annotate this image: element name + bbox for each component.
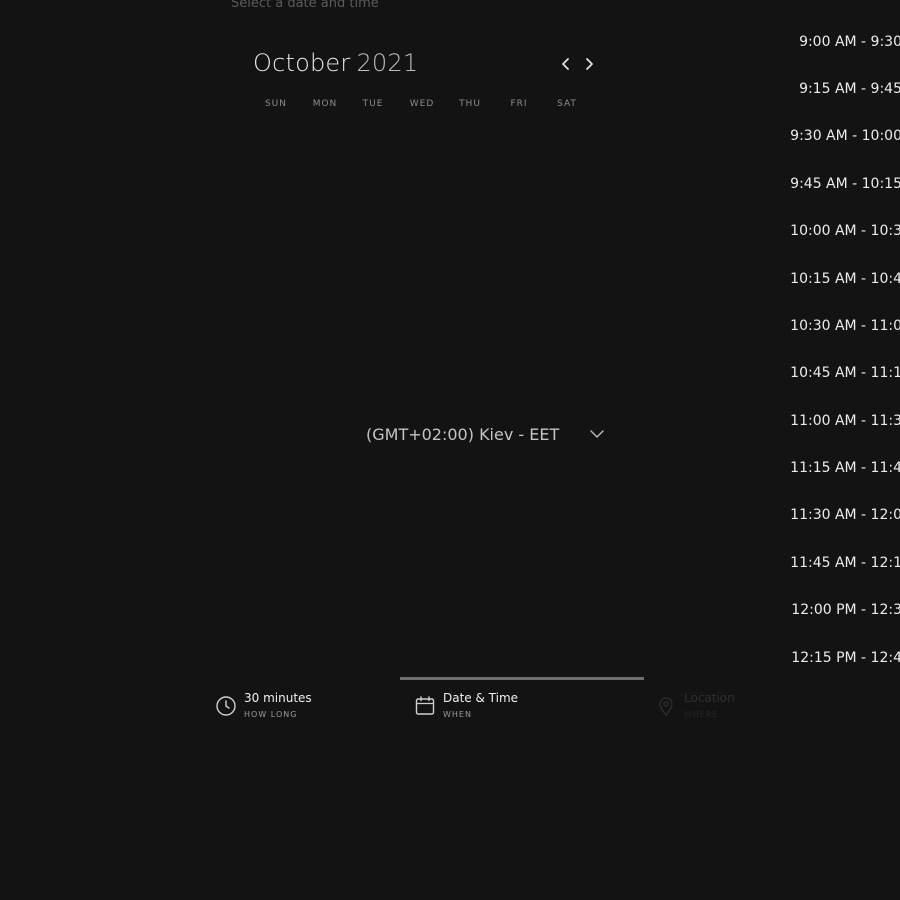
chevron-left-icon xyxy=(562,58,569,70)
step-duration-title: 30 minutes xyxy=(244,691,312,705)
timeslot-button[interactable]: 9:00 AM - 9:30 xyxy=(799,34,900,64)
timeslot-button[interactable]: 9:45 AM - 10:15 xyxy=(790,176,900,206)
timeslot-button[interactable]: 9:15 AM - 9:45 xyxy=(799,81,900,111)
timeslot-button[interactable]: 11:15 AM - 11:4 xyxy=(790,460,900,490)
weekday-label: MON xyxy=(312,99,338,109)
page-subtitle: Select a date and time xyxy=(231,0,379,11)
location-pin-icon xyxy=(659,697,673,717)
timezone-value: (GMT+02:00) Kiev - EET xyxy=(366,425,560,444)
booking-screen: Select a date and time October 2021 SUN M… xyxy=(0,0,900,900)
step-location-subtitle: WHERE xyxy=(684,710,719,719)
timezone-select[interactable]: (GMT+02:00) Kiev - EET xyxy=(350,420,610,450)
timeslot-button[interactable]: 11:30 AM - 12:0 xyxy=(790,507,900,537)
next-month-button[interactable] xyxy=(581,55,597,73)
weekday-label: FRI xyxy=(510,99,528,109)
timeslot-button[interactable]: 11:45 AM - 12:1 xyxy=(790,555,900,585)
step-duration-subtitle: HOW LONG xyxy=(244,710,298,719)
timeslot-button[interactable]: 10:30 AM - 11:0 xyxy=(790,318,900,348)
timeslot-button[interactable]: 12:00 PM - 12:3 xyxy=(791,602,900,632)
timeslot-button[interactable]: 12:15 PM - 12:4 xyxy=(791,650,900,680)
timeslot-button[interactable]: 10:15 AM - 10:4 xyxy=(790,271,900,301)
clock-icon xyxy=(216,696,236,716)
weekday-label: TUE xyxy=(362,99,384,109)
weekday-label: WED xyxy=(409,99,435,109)
timeslot-button[interactable]: 9:30 AM - 10:00 xyxy=(790,128,900,158)
step-date-time-title: Date & Time xyxy=(443,691,519,705)
calendar-icon xyxy=(415,696,435,715)
calendar-year: 2021 xyxy=(356,49,419,77)
step-date-time-subtitle: WHEN xyxy=(443,710,472,719)
chevron-right-icon xyxy=(586,58,593,70)
weekday-label: SUN xyxy=(264,99,288,109)
step-progress-bar xyxy=(400,677,644,680)
timeslot-button[interactable]: 11:00 AM - 11:3 xyxy=(790,413,900,443)
timeslot-button[interactable]: 10:00 AM - 10:3 xyxy=(790,223,900,253)
calendar-month: October xyxy=(253,49,351,77)
previous-month-button[interactable] xyxy=(558,55,574,73)
weekday-label: THU xyxy=(459,99,481,109)
calendar-month-title: October 2021 xyxy=(253,49,418,77)
chevron-down-icon xyxy=(590,430,604,438)
timeslot-button[interactable]: 10:45 AM - 11:1 xyxy=(790,365,900,395)
step-location-title: Location xyxy=(684,691,735,705)
weekday-label: SAT xyxy=(557,99,577,109)
weekday-header: SUN MON TUE WED THU FRI SAT xyxy=(252,99,592,113)
